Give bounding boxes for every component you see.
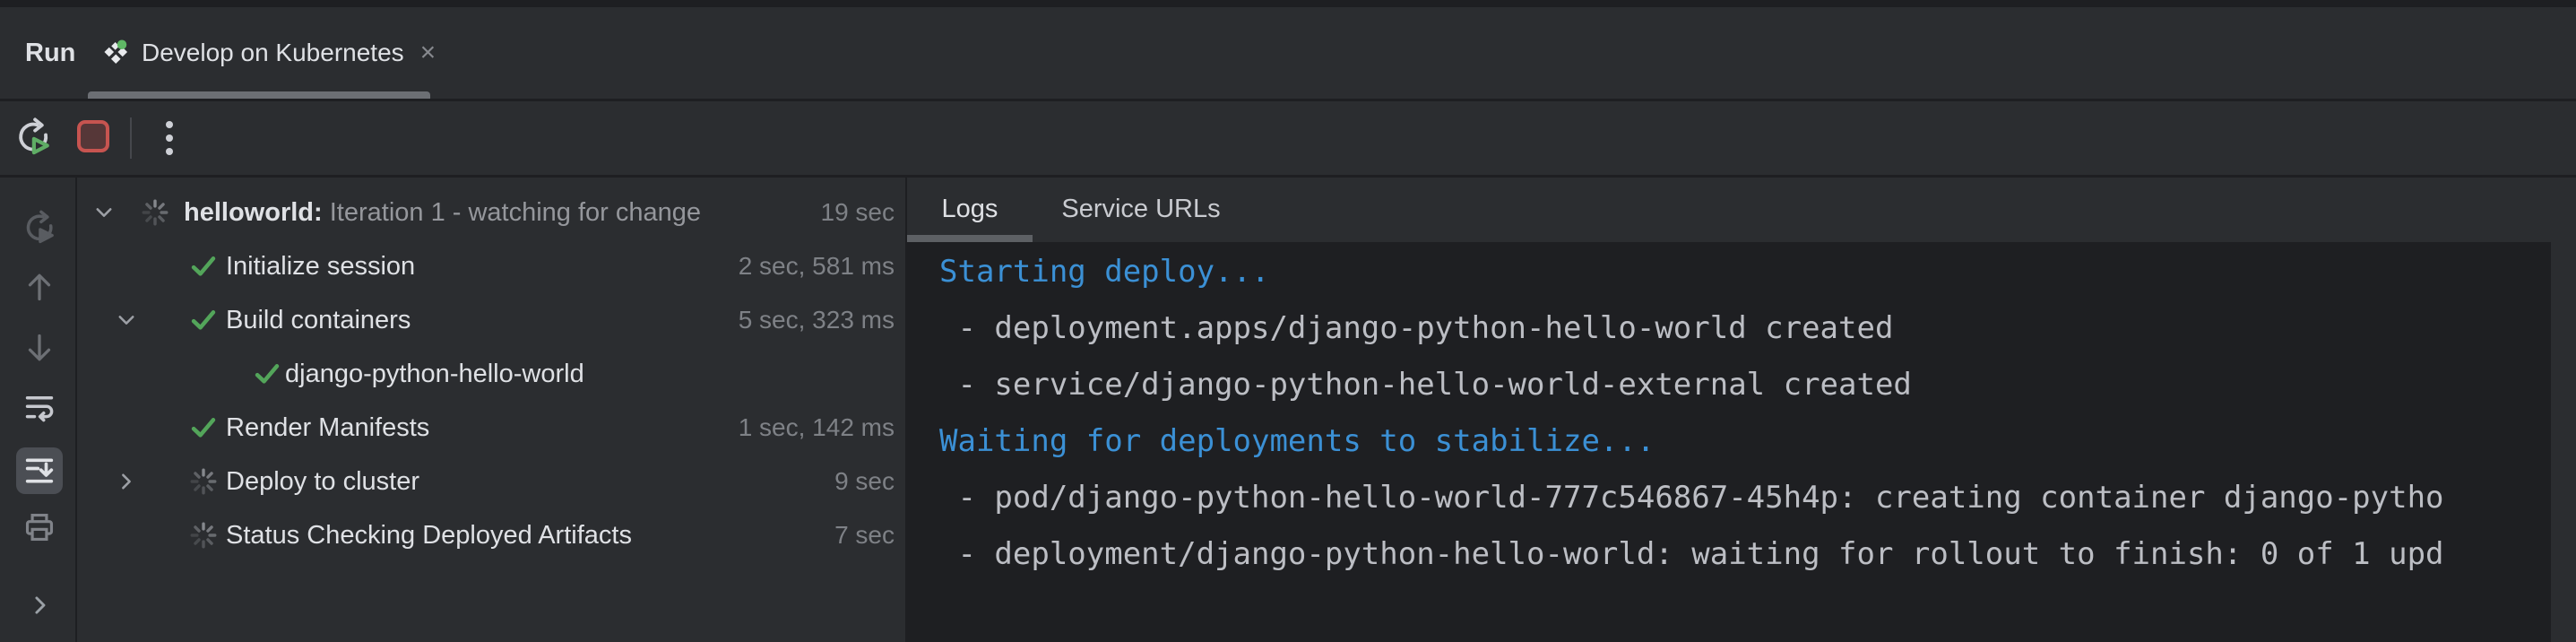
log-line: - service/django-python-hello-world-exte… bbox=[907, 357, 2551, 413]
tool-window-title: Run bbox=[25, 7, 75, 99]
deploy-task-tree: helloworld: Iteration 1 - watching for c… bbox=[79, 178, 905, 642]
check-icon bbox=[188, 412, 219, 443]
soft-wrap-icon[interactable] bbox=[22, 390, 56, 424]
log-line: - pod/django-python-hello-world-777c5468… bbox=[907, 470, 2551, 526]
run-toolbar bbox=[0, 101, 2576, 175]
tab-service-urls[interactable]: Service URLs bbox=[1034, 178, 1248, 242]
tree-row-status-checking[interactable]: Status Checking Deployed Artifacts 7 sec bbox=[79, 508, 905, 562]
task-label: django-python-hello-world bbox=[285, 347, 584, 401]
task-duration: 1 sec, 142 ms bbox=[739, 401, 895, 455]
logs-tab-bar: Logs Service URLs bbox=[907, 178, 2576, 242]
task-duration: 2 sec, 581 ms bbox=[739, 239, 895, 293]
rerun-button[interactable] bbox=[14, 117, 52, 159]
task-duration: 7 sec bbox=[834, 508, 895, 562]
tab-develop-on-kubernetes[interactable]: Develop on Kubernetes × bbox=[88, 7, 430, 99]
active-tab-underline bbox=[88, 91, 430, 99]
task-label: Status Checking Deployed Artifacts bbox=[226, 508, 632, 562]
check-icon bbox=[188, 305, 219, 335]
chevron-right-icon[interactable] bbox=[115, 470, 138, 493]
scroll-to-end-icon[interactable] bbox=[16, 447, 63, 494]
tree-row-initialize-session[interactable]: Initialize session 2 sec, 581 ms bbox=[79, 239, 905, 293]
spinner-icon bbox=[140, 197, 170, 228]
task-label: Render Manifests bbox=[226, 401, 429, 455]
chevron-down-icon[interactable] bbox=[115, 308, 138, 332]
task-label: Deploy to cluster bbox=[226, 455, 419, 508]
task-label: helloworld: Iteration 1 - watching for c… bbox=[184, 186, 701, 239]
task-duration: 9 sec bbox=[834, 455, 895, 508]
tree-row-django-python-hello-world[interactable]: django-python-hello-world bbox=[79, 347, 905, 401]
task-label: Initialize session bbox=[226, 239, 415, 293]
spinner-icon bbox=[188, 520, 219, 551]
check-icon bbox=[252, 359, 282, 389]
spinner-icon bbox=[188, 466, 219, 497]
content-area: helloworld: Iteration 1 - watching for c… bbox=[0, 178, 2576, 642]
tree-row-helloworld[interactable]: helloworld: Iteration 1 - watching for c… bbox=[79, 186, 905, 239]
task-duration: 19 sec bbox=[821, 186, 895, 239]
log-line: - deployment/django-python-hello-world: … bbox=[907, 526, 2551, 583]
check-icon bbox=[188, 251, 219, 282]
log-line: - deployment.apps/django-python-hello-wo… bbox=[907, 300, 2551, 357]
chevron-down-icon[interactable] bbox=[92, 201, 116, 224]
console-left-toolbar bbox=[0, 178, 77, 642]
more-options-button[interactable] bbox=[158, 116, 181, 160]
task-label: Build containers bbox=[226, 293, 411, 347]
stop-button[interactable] bbox=[77, 120, 109, 152]
previous-occurrence-icon[interactable] bbox=[22, 270, 56, 304]
toolbar-divider bbox=[130, 117, 132, 159]
tab-logs[interactable]: Logs bbox=[907, 178, 1033, 242]
tree-row-deploy-to-cluster[interactable]: Deploy to cluster 9 sec bbox=[79, 455, 905, 508]
log-console[interactable]: Starting deploy... - deployment.apps/dja… bbox=[907, 242, 2551, 642]
logs-active-tab-underline bbox=[907, 235, 1033, 242]
log-line: Waiting for deployments to stabilize... bbox=[907, 413, 2551, 470]
tree-row-render-manifests[interactable]: Render Manifests 1 sec, 142 ms bbox=[79, 401, 905, 455]
skaffold-running-icon bbox=[102, 39, 129, 66]
expand-chevron-icon[interactable] bbox=[22, 588, 56, 622]
tree-row-build-containers[interactable]: Build containers 5 sec, 323 ms bbox=[79, 293, 905, 347]
window-top-strip bbox=[0, 0, 2576, 7]
rerun-icon[interactable] bbox=[22, 212, 56, 246]
next-occurrence-icon[interactable] bbox=[22, 331, 56, 365]
close-icon[interactable]: × bbox=[417, 38, 440, 68]
log-line: Starting deploy... bbox=[907, 244, 2551, 300]
tab-title: Develop on Kubernetes bbox=[142, 39, 404, 67]
print-icon[interactable] bbox=[22, 510, 56, 544]
run-tool-window: Run Develop on Kubernetes × bbox=[0, 0, 2576, 642]
task-duration: 5 sec, 323 ms bbox=[739, 293, 895, 347]
